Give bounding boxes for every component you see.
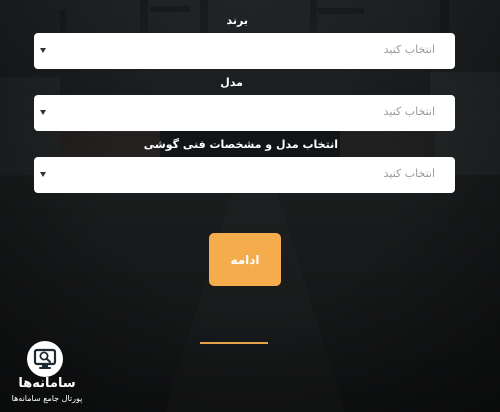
brand-label: برند (226, 14, 248, 27)
spec-select-value: انتخاب کنید (383, 167, 435, 180)
brand-select[interactable]: انتخاب کنید (34, 33, 455, 69)
watermark-name: سامانه‌ها (18, 376, 76, 391)
chevron-down-icon (40, 172, 46, 177)
chevron-down-icon (40, 48, 46, 53)
spec-label: انتخاب مدل و مشخصات فنی گوشی (143, 138, 338, 151)
brand-select-value: انتخاب کنید (383, 43, 435, 56)
model-select-value: انتخاب کنید (383, 105, 435, 118)
monitor-search-icon (27, 341, 63, 377)
spec-select[interactable]: انتخاب کنید (34, 157, 455, 193)
model-select[interactable]: انتخاب کنید (34, 95, 455, 131)
phone-spec-screen: برند انتخاب کنید مدل انتخاب کنید انتخاب … (0, 0, 500, 412)
continue-button[interactable]: ادامه (209, 233, 281, 286)
model-label: مدل (220, 76, 243, 89)
accent-divider (200, 342, 268, 344)
watermark-tagline: پورتال جامع سامانه‌ها (11, 394, 83, 403)
chevron-down-icon (40, 110, 46, 115)
